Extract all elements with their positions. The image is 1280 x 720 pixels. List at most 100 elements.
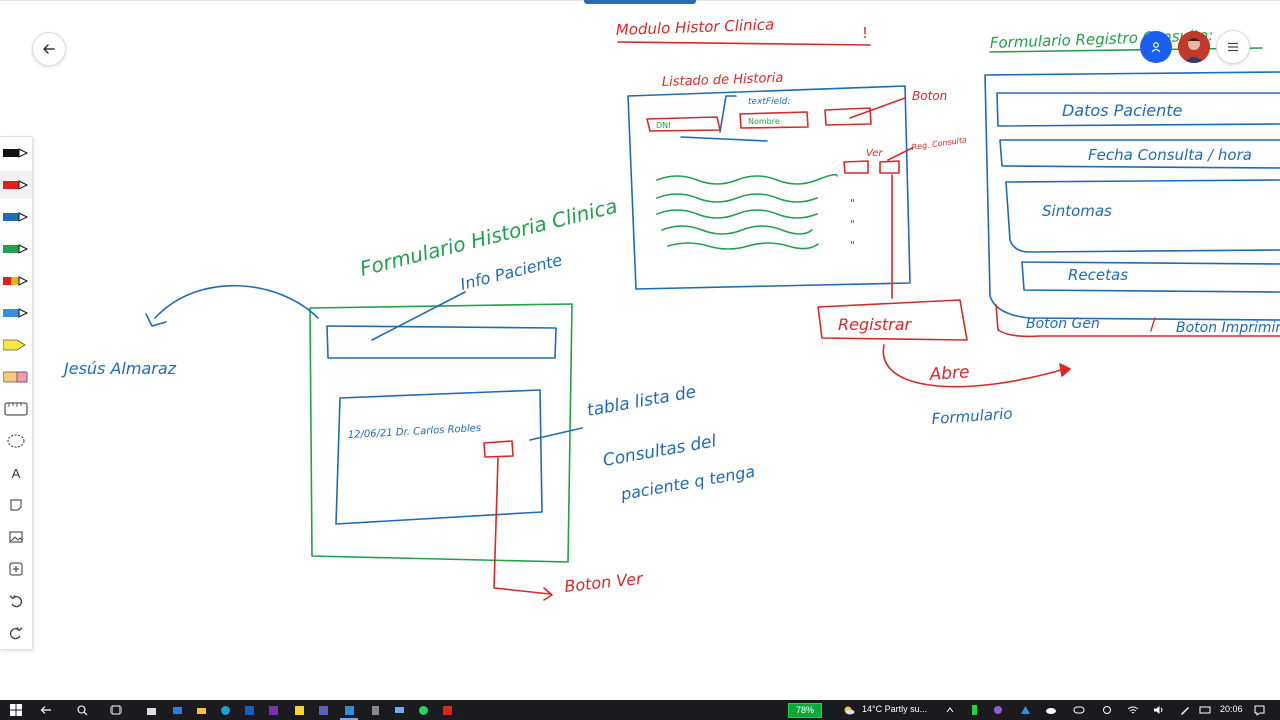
highlighter-tool[interactable]: [0, 331, 32, 359]
boton-ver-label: Boton Ver: [563, 569, 644, 596]
taskbar-app-store[interactable]: [144, 702, 158, 718]
outlook-icon: [244, 705, 254, 715]
pen-black-tool[interactable]: [0, 139, 32, 167]
boton-slash: /: [1150, 315, 1156, 335]
search-button[interactable]: [74, 702, 90, 718]
pen-green-tool[interactable]: [0, 235, 32, 263]
notification-icon[interactable]: [1252, 702, 1266, 718]
dni-label: DNI: [656, 121, 671, 130]
modulo-bang: !: [862, 24, 868, 42]
task-view-icon: [110, 705, 122, 715]
battery-indicator[interactable]: 78%: [788, 703, 822, 718]
tray-drive-icon[interactable]: [1018, 702, 1032, 718]
wifi-icon[interactable]: [1126, 702, 1140, 718]
tabla-label-1: tabla lista de: [585, 382, 697, 421]
taskbar-app-files[interactable]: [194, 702, 208, 718]
taskbar: 78% 14°C Partly su... 20:06: [0, 700, 1280, 720]
text-tool[interactable]: A: [0, 459, 32, 487]
pen-tray-icon[interactable]: [1178, 702, 1192, 718]
pen-icon: [3, 148, 29, 158]
plus-box-icon: [9, 562, 23, 576]
taskbar-app-onenote[interactable]: [266, 702, 280, 718]
tray-toggle-icon[interactable]: [1072, 702, 1086, 718]
taskbar-app-teams[interactable]: [316, 702, 330, 718]
formulario-label: Formulario: [931, 404, 1013, 428]
list-row-wave: [656, 209, 818, 219]
reg-pointer: [887, 147, 913, 161]
textfield-bracket: [719, 95, 737, 133]
pen-red-tool[interactable]: [0, 171, 32, 199]
sticky-note-tool[interactable]: [0, 491, 32, 519]
tray-cloud-icon[interactable]: [1044, 702, 1058, 718]
taskbar-app-mail[interactable]: [170, 702, 184, 718]
teams-icon: [318, 705, 328, 715]
eraser-tool[interactable]: [0, 363, 32, 391]
redo-button[interactable]: [0, 619, 32, 647]
monitor-icon: [394, 706, 404, 713]
menu-button[interactable]: [1216, 30, 1250, 64]
pen-blue-tool[interactable]: [0, 203, 32, 231]
start-button[interactable]: [8, 702, 24, 718]
pen-icon: [3, 276, 29, 286]
jesus-arrow: [154, 284, 319, 319]
lasso-tool[interactable]: [0, 427, 32, 455]
redo-icon: [10, 627, 23, 640]
image-tool[interactable]: [0, 523, 32, 551]
weather-text[interactable]: 14°C Partly su...: [862, 704, 927, 714]
weather-icon: [842, 702, 856, 718]
back-button[interactable]: [32, 32, 66, 66]
boton-field: [824, 107, 872, 126]
tray-green-icon[interactable]: [970, 702, 978, 718]
reg-box: [879, 160, 900, 174]
drawing-toolbar: A: [0, 136, 33, 650]
pen-light-blue-tool[interactable]: [0, 299, 32, 327]
tray-sync-icon[interactable]: [1100, 702, 1114, 718]
language-icon[interactable]: [1198, 702, 1212, 718]
calculator-icon: [371, 705, 379, 715]
sintomas-label: Sintomas: [1042, 202, 1112, 220]
abre-arrow: [882, 344, 1069, 388]
user-avatar[interactable]: [1178, 31, 1210, 63]
task-view-button[interactable]: [108, 702, 124, 718]
hamburger-icon: [1228, 42, 1238, 52]
pen-icon: [3, 180, 29, 190]
listado-label: Listado de Historia: [662, 71, 784, 90]
info-pointer: [371, 291, 466, 341]
taskbar-app-outlook[interactable]: [242, 702, 256, 718]
list-row-wave: [661, 225, 813, 235]
pen-multicolor-tool[interactable]: [0, 267, 32, 295]
back-taskbar-button[interactable]: [38, 702, 54, 718]
sticky-note-icon: [10, 499, 22, 511]
ruler-icon: [4, 402, 28, 416]
ruler-tool[interactable]: [0, 395, 32, 423]
modulo-title: Modulo Histor Clinica: [616, 15, 775, 39]
add-tool[interactable]: [0, 555, 32, 583]
taskbar-app-acrobat[interactable]: [440, 702, 454, 718]
whiteboard-canvas[interactable]: Modulo Histor Clinica ! Listado de Histo…: [0, 0, 1280, 700]
recetas-box: [1021, 261, 1280, 293]
volume-icon[interactable]: [1152, 702, 1166, 718]
jesus-arrowhead: [145, 313, 167, 327]
search-underline: [680, 136, 768, 142]
taskbar-app-whatsapp[interactable]: [416, 702, 430, 718]
top-right-controls: [1140, 30, 1250, 64]
system-tray-up-icon[interactable]: [944, 702, 956, 718]
highlighter-icon: [3, 339, 26, 351]
reg-consulta-label: Reg. Consulta: [911, 135, 968, 152]
participants-button[interactable]: [1140, 31, 1172, 63]
taskbar-app-edge[interactable]: [218, 702, 232, 718]
taskbar-app-calculator[interactable]: [368, 702, 382, 718]
lasso-icon: [7, 434, 25, 448]
info-paciente-box: [326, 325, 557, 359]
ver-box: [843, 160, 869, 174]
taskbar-app-notes[interactable]: [292, 702, 306, 718]
folder-icon: [196, 707, 206, 714]
list-row-wave: [667, 242, 819, 250]
tray-app-icon[interactable]: [992, 702, 1004, 718]
boton-impr-label: Boton Imprimir: [1176, 320, 1280, 336]
clock[interactable]: 20:06: [1220, 704, 1243, 714]
datos-paciente-label: Datos Paciente: [1062, 101, 1183, 120]
taskbar-app-screen[interactable]: [392, 702, 406, 718]
undo-button[interactable]: [0, 587, 32, 615]
taskbar-app-whiteboard[interactable]: [340, 702, 358, 720]
